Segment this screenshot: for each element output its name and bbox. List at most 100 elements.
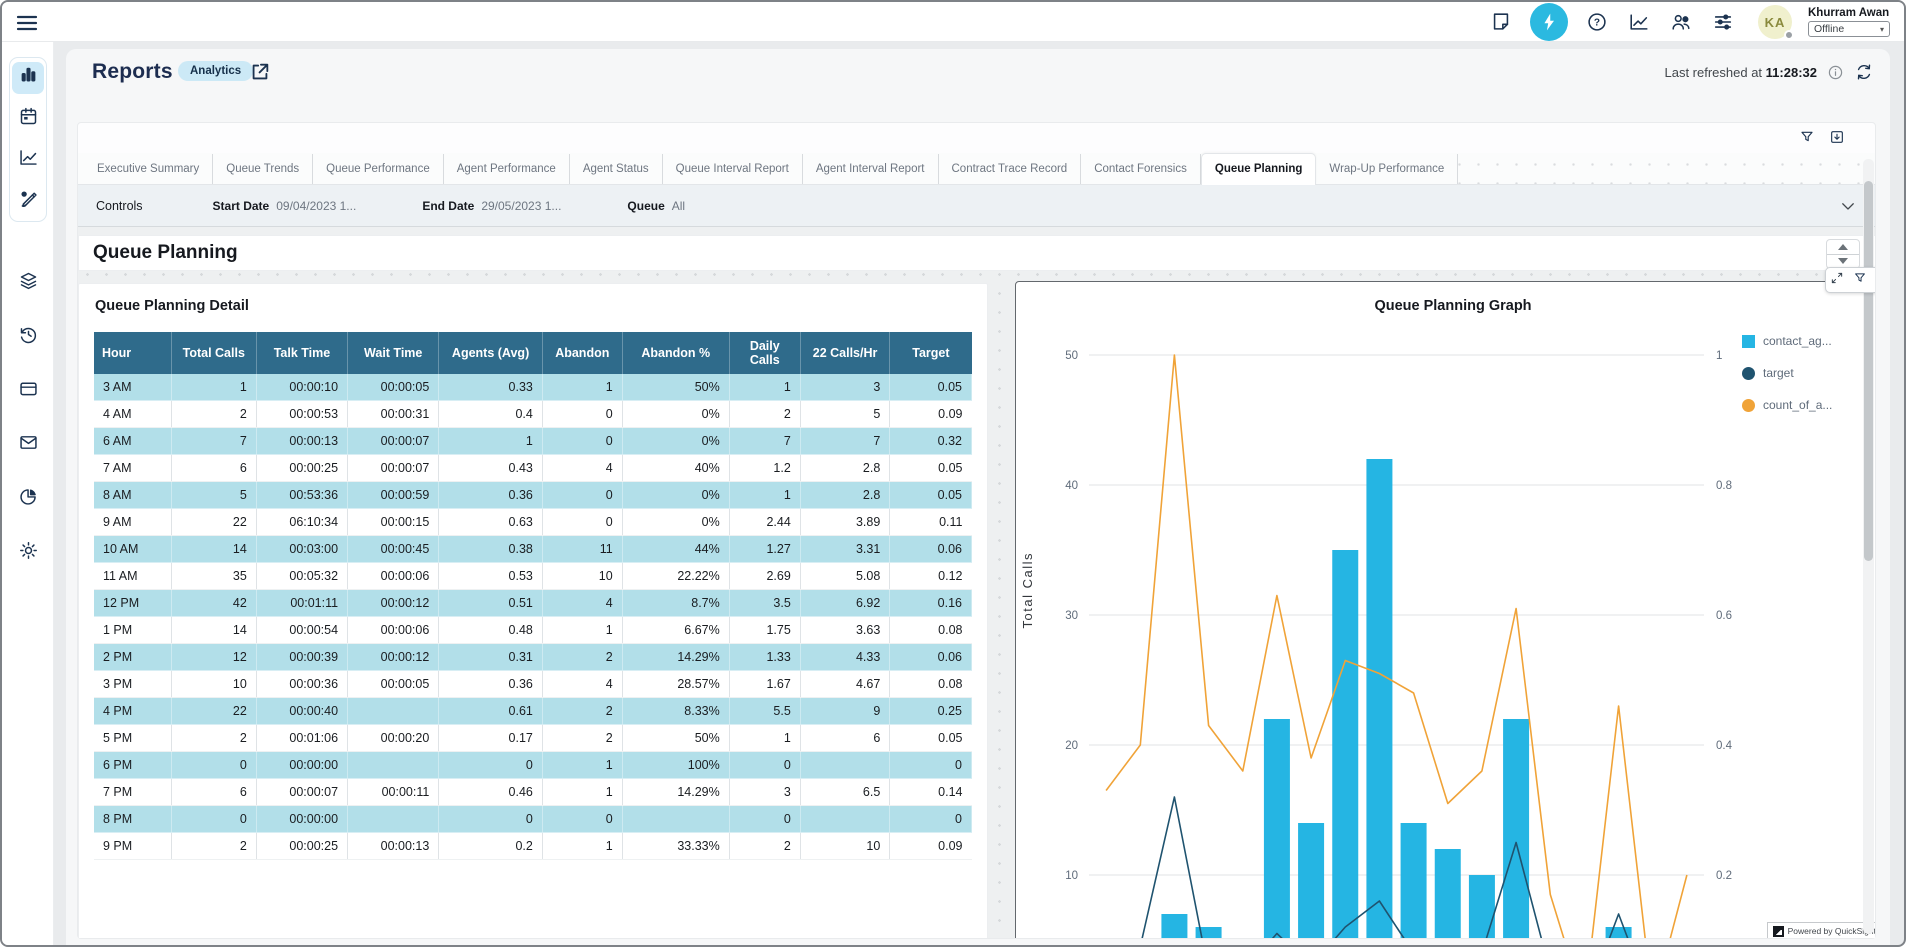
help-icon[interactable]: ? bbox=[1584, 9, 1610, 35]
metrics-icon[interactable] bbox=[1626, 9, 1652, 35]
pager-down-button[interactable] bbox=[1827, 255, 1859, 269]
sidebar-item-pie-reports[interactable] bbox=[12, 483, 44, 515]
table-cell: 0% bbox=[622, 509, 729, 536]
table-cell: 00:00:07 bbox=[256, 779, 347, 806]
table-cell: 00:00:07 bbox=[348, 428, 439, 455]
sidebar-item-history[interactable] bbox=[12, 321, 44, 353]
table-cell: 0 bbox=[542, 428, 622, 455]
tab-queue-planning[interactable]: Queue Planning bbox=[1201, 153, 1317, 185]
table-cell: 00:00:20 bbox=[348, 725, 439, 752]
table-cell: 14.29% bbox=[622, 644, 729, 671]
table-row: 7 AM600:00:2500:00:070.43440%1.22.80.05 bbox=[94, 455, 972, 482]
pager-up-button[interactable] bbox=[1827, 240, 1859, 255]
quicksight-logo-icon bbox=[1773, 926, 1784, 937]
tab-queue-performance[interactable]: Queue Performance bbox=[313, 154, 444, 184]
table-row: 8 PM000:00:000000 bbox=[94, 806, 972, 833]
tab-contact-forensics[interactable]: Contact Forensics bbox=[1081, 154, 1201, 184]
table-cell: 0.53 bbox=[439, 563, 543, 590]
control-value: 09/04/2023 1... bbox=[276, 199, 356, 213]
control-end-date[interactable]: End Date29/05/2023 1... bbox=[422, 199, 561, 213]
quicksight-attribution[interactable]: Powered by QuickSight bbox=[1767, 922, 1875, 938]
tab-contract-trace-record[interactable]: Contract Trace Record bbox=[939, 154, 1082, 184]
scrollbar-thumb[interactable] bbox=[1864, 181, 1873, 561]
table-cell: 1 bbox=[439, 428, 543, 455]
table-row: 9 PM200:00:2500:00:130.2133.33%2100.09 bbox=[94, 833, 972, 860]
page-title: Reports bbox=[92, 60, 173, 84]
table-cell: 00:00:15 bbox=[348, 509, 439, 536]
table-cell: 44% bbox=[622, 536, 729, 563]
notes-icon[interactable] bbox=[1488, 9, 1514, 35]
top-bar: ? KA Khurram Awan Offline ▾ bbox=[2, 2, 1904, 42]
table-row: 2 PM1200:00:3900:00:120.31214.29%1.334.3… bbox=[94, 644, 972, 671]
table-cell: 0% bbox=[622, 482, 729, 509]
table-cell: 00:00:00 bbox=[256, 806, 347, 833]
user-block: Khurram Awan Offline ▾ bbox=[1808, 7, 1890, 37]
avatar[interactable]: KA bbox=[1758, 5, 1792, 39]
controls-bar: Controls Start Date09/04/2023 1...End Da… bbox=[78, 185, 1875, 227]
tab-queue-trends[interactable]: Queue Trends bbox=[213, 154, 313, 184]
table-cell: 100% bbox=[622, 752, 729, 779]
visual-toolbar bbox=[1825, 267, 1875, 293]
info-icon[interactable] bbox=[1827, 64, 1844, 81]
sidebar-item-schedule[interactable] bbox=[12, 103, 44, 135]
tab-agent-interval-report[interactable]: Agent Interval Report bbox=[803, 154, 939, 184]
content-card: Reports Analytics Last refreshed at 11:2… bbox=[66, 49, 1890, 945]
table-cell: 00:05:32 bbox=[256, 563, 347, 590]
sidebar-item-design[interactable] bbox=[12, 185, 44, 217]
status-value: Offline bbox=[1814, 23, 1844, 35]
table-cell: 4 AM bbox=[94, 401, 171, 428]
settings-sliders-icon[interactable] bbox=[1710, 9, 1736, 35]
controls-collapse-icon[interactable] bbox=[1839, 197, 1857, 215]
table-row: 6 PM000:00:0001100%00 bbox=[94, 752, 972, 779]
table-cell: 0.51 bbox=[439, 590, 543, 617]
table-cell: 1 bbox=[542, 833, 622, 860]
table-cell: 0 bbox=[729, 806, 800, 833]
refresh-icon[interactable] bbox=[1854, 62, 1874, 82]
table-cell: 8 PM bbox=[94, 806, 171, 833]
expand-icon[interactable] bbox=[1830, 271, 1844, 290]
legend-item-count-of-a-[interactable]: count_of_a... bbox=[1742, 398, 1832, 412]
sidebar-item-mail[interactable] bbox=[12, 429, 44, 461]
sidebar-item-layers[interactable] bbox=[12, 267, 44, 299]
table-cell: 1 PM bbox=[94, 617, 171, 644]
tab-queue-interval-report[interactable]: Queue Interval Report bbox=[663, 154, 803, 184]
tab-executive-summary[interactable]: Executive Summary bbox=[84, 154, 213, 184]
control-queue[interactable]: QueueAll bbox=[627, 199, 685, 213]
table-cell: 00:00:10 bbox=[256, 374, 347, 401]
external-link-icon[interactable] bbox=[249, 61, 271, 83]
table-cell: 4.67 bbox=[800, 671, 890, 698]
table-cell: 1.27 bbox=[729, 536, 800, 563]
tab-agent-status[interactable]: Agent Status bbox=[570, 154, 663, 184]
menu-icon[interactable] bbox=[15, 11, 39, 35]
queue-planning-graph-panel[interactable]: Queue Planning Graph Total Calls 5040302… bbox=[1015, 281, 1875, 938]
sidebar-item-settings[interactable] bbox=[12, 537, 44, 569]
table-cell: 2.8 bbox=[800, 455, 890, 482]
control-start-date[interactable]: Start Date09/04/2023 1... bbox=[213, 199, 357, 213]
sidebar-item-window[interactable] bbox=[12, 375, 44, 407]
table-cell: 40% bbox=[622, 455, 729, 482]
table-cell: 0 bbox=[729, 752, 800, 779]
table-cell: 00:00:12 bbox=[348, 644, 439, 671]
table-cell: 0.05 bbox=[890, 725, 972, 752]
export-icon[interactable] bbox=[1829, 129, 1845, 150]
legend-item-contact-ag-[interactable]: contact_ag... bbox=[1742, 334, 1832, 348]
sidebar-item-analytics[interactable] bbox=[12, 144, 44, 176]
sidebar-item-reports[interactable] bbox=[12, 62, 44, 94]
last-refreshed-label: Last refreshed at bbox=[1664, 65, 1762, 80]
card-header: Reports Analytics Last refreshed at 11:2… bbox=[66, 49, 1890, 99]
table-cell: 2.69 bbox=[729, 563, 800, 590]
tab-agent-performance[interactable]: Agent Performance bbox=[444, 154, 570, 184]
filter-icon[interactable] bbox=[1799, 129, 1815, 150]
table-cell: 6 bbox=[171, 779, 256, 806]
table-cell bbox=[348, 752, 439, 779]
table-cell: 00:00:13 bbox=[256, 428, 347, 455]
quick-actions-icon[interactable] bbox=[1530, 3, 1568, 41]
filter-icon[interactable] bbox=[1853, 271, 1867, 290]
table-cell: 0% bbox=[622, 401, 729, 428]
tab-wrap-up-performance[interactable]: Wrap-Up Performance bbox=[1316, 154, 1458, 184]
agents-icon[interactable] bbox=[1668, 9, 1694, 35]
table-cell: 1.33 bbox=[729, 644, 800, 671]
legend-item-target[interactable]: target bbox=[1742, 366, 1832, 380]
svg-text:1: 1 bbox=[1716, 350, 1722, 362]
status-select[interactable]: Offline ▾ bbox=[1808, 21, 1890, 37]
